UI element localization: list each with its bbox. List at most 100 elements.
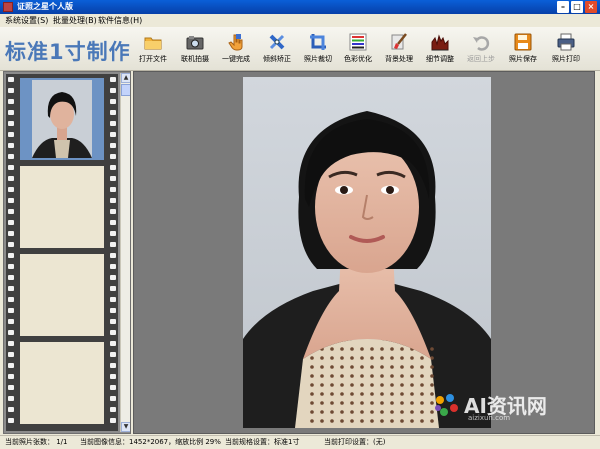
menu-system-settings[interactable]: 系统设置(S) [5,14,48,27]
film-hole [110,330,116,335]
blouse-dot [390,374,394,378]
tilt-correct-button[interactable]: 倾斜矫正 [258,33,296,67]
thumbnail-panel: ▲ ▼ [3,71,131,434]
maximize-button[interactable]: □ [571,1,583,13]
blouse-dot [420,383,424,387]
background-process-button[interactable]: 背景处理 [380,33,418,67]
blouse-dot [360,410,364,414]
blouse-dot [400,383,404,387]
blouse-dot [380,356,384,360]
blouse-dot [400,410,404,414]
film-hole [8,99,14,104]
film-hole [8,418,14,423]
film-perforations-left [7,74,15,431]
film-hole [8,209,14,214]
blouse-dot [390,365,394,369]
blouse-dot [410,374,414,378]
blouse-dot [370,383,374,387]
film-hole [8,396,14,401]
levels-icon [431,34,449,51]
blouse-dot [420,374,424,378]
color-bars-icon [349,33,367,51]
one-click-button[interactable]: 一键完成 [217,33,255,67]
film-hole [110,99,116,104]
film-hole [110,396,116,401]
film-hole [110,418,116,423]
camera-icon [186,36,204,50]
blouse-dot [390,356,394,360]
blouse-dot [410,383,414,387]
film-hole [110,121,116,126]
blouse-dot [390,401,394,405]
scroll-thumb[interactable] [121,84,130,96]
film-hole [110,209,116,214]
film-hole [110,132,116,137]
status-photo-count: 当前照片张数： 1/1 [5,438,68,446]
menu-software-info[interactable]: 软件信息(H) [98,14,142,27]
film-hole [8,121,14,126]
blouse-dot [410,356,414,360]
film-hole [110,363,116,368]
blouse-dot [360,383,364,387]
blouse-dot [430,383,434,387]
portrait-photo[interactable] [243,77,491,428]
blouse-dot [340,401,344,405]
blouse-dot [310,383,314,387]
portrait-image [243,77,491,428]
film-hole [8,374,14,379]
film-hole [8,407,14,412]
toolbar-label: 背景处理 [385,55,413,63]
thumbnail-frame-empty[interactable] [20,166,104,248]
blouse-dot [350,410,354,414]
color-optimize-button[interactable]: 色彩优化 [339,33,377,67]
detail-adjust-button[interactable]: 细节调整 [421,33,459,67]
blouse-dot [420,410,424,414]
blouse-dot [420,401,424,405]
blouse-dot [340,410,344,414]
blouse-dot [360,419,364,423]
blouse-dot [350,401,354,405]
minimize-button[interactable]: – [557,1,569,13]
film-hole [110,385,116,390]
blouse-dot [310,374,314,378]
folder-icon [144,37,162,50]
film-hole [8,154,14,159]
printer-icon [557,33,575,51]
film-hole [8,264,14,269]
open-file-button[interactable]: 打开文件 [134,33,172,67]
thumbnail-frame-empty[interactable] [20,342,104,424]
blouse-dot [360,374,364,378]
blouse-dot [370,356,374,360]
toolbar-label: 打开文件 [139,55,167,63]
print-photo-button[interactable]: 照片打印 [547,33,585,67]
photo-canvas[interactable] [133,71,595,434]
menu-batch-processing[interactable]: 批量处理(B) [53,14,97,27]
undo-button[interactable]: 返回上步 [462,33,500,67]
blouse-dot [320,365,324,369]
blouse-dot [390,347,394,351]
blouse-dot [360,392,364,396]
scroll-up-arrow-icon[interactable]: ▲ [121,73,130,83]
blouse-dot [310,356,314,360]
close-button[interactable]: × [585,1,597,13]
thumbnail-frame-selected[interactable] [20,78,104,160]
status-print-setting: 当前打印设置：(无) [324,438,386,446]
camera-shoot-button[interactable]: 联机拍摄 [176,33,214,67]
film-hole [8,275,14,280]
floppy-icon [514,33,532,51]
save-photo-button[interactable]: 照片保存 [504,33,542,67]
film-hole [8,308,14,313]
film-hole [8,88,14,93]
watermark: AI资讯网 aizixun.com [430,390,580,424]
blouse-dot [430,356,434,360]
menu-bar: 系统设置(S) 批量处理(B) 软件信息(H) [0,14,600,27]
thumbnail-scrollbar[interactable]: ▲ ▼ [120,73,130,432]
blouse-dot [330,347,334,351]
photo-crop-button[interactable]: 照片裁切 [299,33,337,67]
blouse-dot [310,392,314,396]
blouse-dot [400,374,404,378]
blouse-dot [330,365,334,369]
thumbnail-frame-empty[interactable] [20,254,104,336]
scroll-down-arrow-icon[interactable]: ▼ [121,422,130,432]
blouse-dot [410,419,414,423]
